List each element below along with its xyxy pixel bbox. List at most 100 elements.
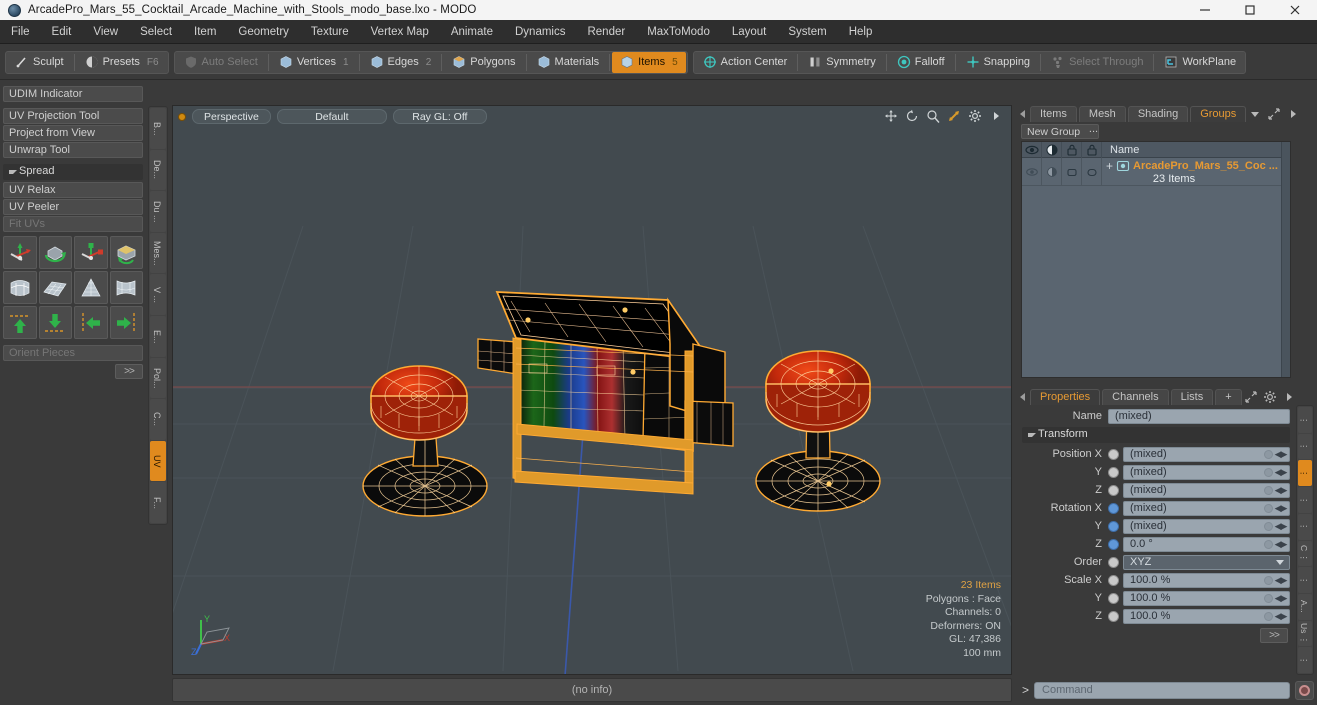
position-x-field[interactable]: (mixed) ◀▶ bbox=[1123, 446, 1290, 462]
minimize-button[interactable] bbox=[1182, 0, 1227, 20]
keyframe-dot-icon[interactable] bbox=[1264, 467, 1273, 477]
rotation-x-radio[interactable] bbox=[1108, 502, 1119, 514]
uv-relax-button[interactable]: UV Relax bbox=[3, 182, 143, 198]
vtab-vertex[interactable]: V ... bbox=[150, 274, 166, 315]
row-selectable-toggle[interactable] bbox=[1082, 157, 1102, 186]
align-up-icon[interactable] bbox=[3, 306, 37, 339]
position-y-field[interactable]: (mixed) ◀▶ bbox=[1123, 464, 1290, 480]
menu-layout[interactable]: Layout bbox=[721, 20, 778, 44]
stepper-arrows-icon[interactable]: ◀▶ bbox=[1274, 485, 1288, 496]
rtab-9[interactable]: Us ⋮ bbox=[1298, 620, 1312, 647]
gear-icon[interactable] bbox=[968, 109, 982, 123]
menu-file[interactable]: File bbox=[0, 20, 41, 44]
vertices-button[interactable]: Vertices 1 bbox=[271, 52, 357, 73]
udim-indicator-button[interactable]: UDIM Indicator bbox=[3, 86, 143, 102]
tab-add[interactable]: + bbox=[1215, 388, 1242, 405]
menu-geometry[interactable]: Geometry bbox=[227, 20, 300, 44]
tab-items[interactable]: Items bbox=[1030, 105, 1077, 122]
select-through-button[interactable]: Select Through bbox=[1043, 52, 1151, 73]
menu-item[interactable]: Item bbox=[183, 20, 227, 44]
sculpt-button[interactable]: Sculpt bbox=[7, 52, 72, 73]
spread-section-header[interactable]: Spread bbox=[3, 164, 143, 180]
keyframe-dot-icon[interactable] bbox=[1264, 485, 1273, 495]
stepper-arrows-icon[interactable]: ◀▶ bbox=[1274, 611, 1288, 622]
stepper-arrows-icon[interactable]: ◀▶ bbox=[1274, 449, 1288, 460]
rotation-y-radio[interactable] bbox=[1108, 520, 1119, 532]
rtab-2[interactable]: ⋮ bbox=[1298, 433, 1312, 460]
items-button[interactable]: Items 5 bbox=[612, 51, 686, 73]
item-list-scrollbar[interactable] bbox=[1281, 142, 1290, 377]
scale-x-radio[interactable] bbox=[1108, 574, 1119, 586]
order-dropdown[interactable]: XYZ bbox=[1123, 554, 1290, 570]
stepper-arrows-icon[interactable]: ◀▶ bbox=[1274, 575, 1288, 586]
scale-y-field[interactable]: 100.0 % ◀▶ bbox=[1123, 590, 1290, 606]
expand-icon[interactable] bbox=[1267, 107, 1281, 121]
orient-pieces-field[interactable]: Orient Pieces bbox=[3, 345, 143, 361]
eye-icon[interactable] bbox=[1022, 141, 1042, 158]
menu-edit[interactable]: Edit bbox=[41, 20, 83, 44]
align-left-icon[interactable] bbox=[74, 306, 108, 339]
menu-help[interactable]: Help bbox=[838, 20, 884, 44]
tab-groups[interactable]: Groups bbox=[1190, 105, 1247, 122]
uv-grid-icon[interactable] bbox=[38, 271, 72, 304]
rotate-icon[interactable] bbox=[905, 109, 919, 123]
tab-mesh[interactable]: Mesh ... bbox=[1078, 105, 1126, 135]
uv-peeler-button[interactable]: UV Peeler bbox=[3, 199, 143, 215]
rtab-10[interactable]: ⋮ bbox=[1298, 647, 1312, 674]
flip-uv-icon[interactable] bbox=[109, 236, 143, 269]
rtab-1[interactable]: ⋮ bbox=[1298, 407, 1312, 433]
left-panel-more-button[interactable]: >> bbox=[115, 364, 143, 379]
tab-lists[interactable]: Lists bbox=[1170, 388, 1214, 405]
symmetry-button[interactable]: Symmetry bbox=[800, 52, 884, 73]
menu-dynamics[interactable]: Dynamics bbox=[504, 20, 576, 44]
viewport-mode-dropdown[interactable]: Perspective bbox=[192, 109, 271, 124]
rotation-z-radio[interactable] bbox=[1108, 538, 1119, 550]
gear-icon[interactable] bbox=[1263, 390, 1277, 404]
scale-z-radio[interactable] bbox=[1108, 610, 1119, 622]
position-z-radio[interactable] bbox=[1108, 484, 1119, 496]
chevron-right-icon[interactable] bbox=[989, 109, 1003, 123]
rtab-4[interactable]: ⋮ bbox=[1298, 487, 1312, 513]
stepper-arrows-icon[interactable]: ◀▶ bbox=[1274, 521, 1288, 532]
stepper-arrows-icon[interactable]: ◀▶ bbox=[1274, 467, 1288, 478]
presets-button[interactable]: Presets F6 bbox=[77, 52, 167, 73]
render-icon[interactable] bbox=[1042, 141, 1062, 158]
rotation-x-field[interactable]: (mixed) ◀▶ bbox=[1123, 500, 1290, 516]
scale-x-field[interactable]: 100.0 % ◀▶ bbox=[1123, 572, 1290, 588]
menu-system[interactable]: System bbox=[777, 20, 837, 44]
tab-properties[interactable]: Properties bbox=[1030, 388, 1101, 405]
row-expand-toggle[interactable]: + bbox=[1106, 160, 1113, 172]
keyframe-dot-icon[interactable] bbox=[1264, 611, 1273, 621]
auto-select-button[interactable]: Auto Select bbox=[176, 52, 266, 73]
vtab-mesh[interactable]: Mes... bbox=[150, 232, 166, 274]
row-eye-toggle[interactable] bbox=[1022, 157, 1042, 186]
keyframe-dot-icon[interactable] bbox=[1264, 575, 1273, 585]
cube-outline-icon[interactable] bbox=[1082, 141, 1102, 158]
vtab-polygon[interactable]: Pol... bbox=[150, 357, 166, 399]
chevron-down-icon[interactable] bbox=[1276, 559, 1284, 565]
group-item-list[interactable]: Name + ArcadePro_Mars_55_Coc ... 23 Item… bbox=[1021, 141, 1291, 378]
unwrap-tool-button[interactable]: Unwrap Tool bbox=[3, 142, 143, 158]
position-y-radio[interactable] bbox=[1108, 466, 1119, 478]
tab-channels[interactable]: Channels bbox=[1102, 388, 1169, 405]
vtab-fusion[interactable]: F... bbox=[150, 482, 166, 523]
vtab-basic[interactable]: B... bbox=[150, 108, 166, 149]
vtab-edge[interactable]: E... bbox=[150, 315, 166, 357]
rtab-3[interactable]: ⋮ bbox=[1298, 460, 1312, 487]
vtab-curve[interactable]: C... bbox=[150, 399, 166, 440]
row-render-toggle[interactable] bbox=[1042, 157, 1062, 186]
falloff-button[interactable]: Falloff bbox=[889, 52, 953, 73]
move-uv-icon[interactable] bbox=[3, 236, 37, 269]
menu-select[interactable]: Select bbox=[129, 20, 183, 44]
fit-icon[interactable] bbox=[947, 109, 961, 123]
align-right-icon[interactable] bbox=[109, 306, 143, 339]
row-lock-toggle[interactable] bbox=[1062, 157, 1082, 186]
polygons-button[interactable]: Polygons bbox=[444, 52, 523, 73]
order-radio[interactable] bbox=[1108, 556, 1119, 568]
workplane-button[interactable]: WorkPlane bbox=[1156, 52, 1244, 73]
align-down-icon[interactable] bbox=[38, 306, 72, 339]
menu-view[interactable]: View bbox=[82, 20, 129, 44]
move-icon[interactable] bbox=[884, 109, 898, 123]
keyframe-dot-icon[interactable] bbox=[1264, 593, 1273, 603]
keyframe-dot-icon[interactable] bbox=[1264, 539, 1273, 549]
